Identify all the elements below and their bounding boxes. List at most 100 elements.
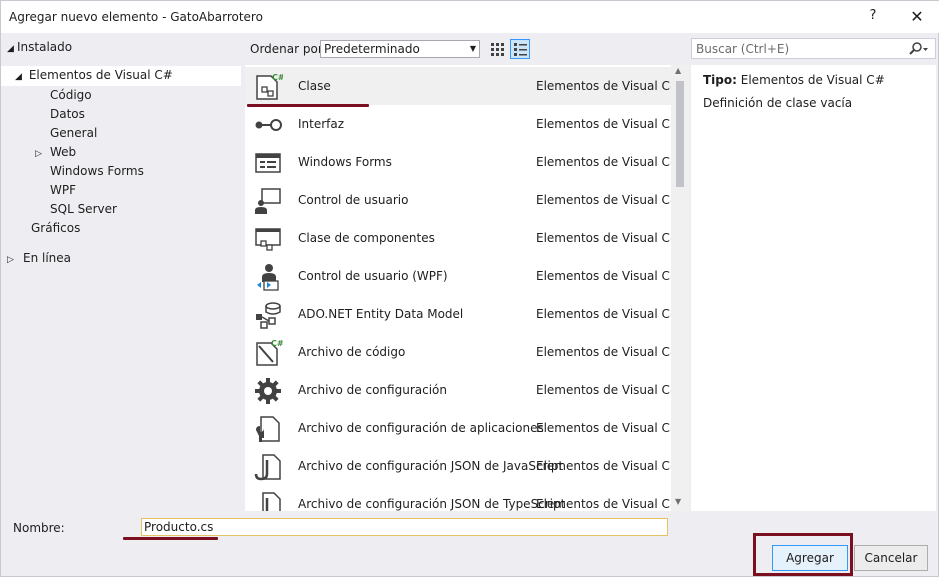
name-value: Producto.cs: [144, 520, 214, 534]
sort-dropdown[interactable]: Predeterminado ▼: [320, 40, 480, 58]
search-input[interactable]: Buscar (Ctrl+E): [691, 38, 936, 59]
list-item-app-config[interactable]: Archivo de configuración de aplicaciones…: [245, 409, 680, 447]
expanded-arrow-icon: ◢: [7, 44, 14, 54]
list-item-json-ts-config[interactable]: Archivo de configuración JSON de TypeScr…: [245, 485, 680, 511]
type-value: Elementos de Visual C#: [740, 73, 885, 87]
list-item-interface[interactable]: Interfaz Elementos de Visual C#: [245, 105, 680, 143]
search-icon[interactable]: [907, 41, 929, 60]
item-name: Control de usuario: [298, 193, 409, 207]
tree-item-online[interactable]: ▷ En línea: [7, 249, 71, 268]
annotation-box-add: [753, 533, 853, 576]
tree-item-graphics[interactable]: Gráficos: [31, 219, 80, 238]
list-item-component-class[interactable]: Clase de componentes Elementos de Visual…: [245, 219, 680, 257]
details-view-button[interactable]: [510, 39, 530, 59]
item-name: Clase de componentes: [298, 231, 435, 245]
list-item-wpf-user-control[interactable]: Control de usuario (WPF) Elementos de Vi…: [245, 257, 680, 295]
item-category: Elementos de Visual C#: [536, 345, 680, 359]
tree-item-sql-server[interactable]: SQL Server: [50, 200, 117, 219]
item-category: Elementos de Visual C#: [536, 269, 680, 283]
template-list: C# Clase Elementos de Visual C# Interfaz…: [245, 65, 689, 511]
tree-item-web[interactable]: ▷ Web: [35, 143, 76, 162]
tree-label: Web: [50, 145, 77, 159]
help-button[interactable]: ?: [863, 6, 883, 26]
list-item-entity-data-model[interactable]: ADO.NET Entity Data Model Elementos de V…: [245, 295, 680, 333]
item-category: Elementos de Visual C#: [536, 79, 680, 93]
json-js-icon: [253, 452, 283, 482]
component-class-icon: [253, 224, 283, 254]
scroll-thumb[interactable]: [676, 81, 684, 187]
annotation-underline-name: [123, 537, 218, 540]
scroll-up-icon[interactable]: ▲: [675, 66, 681, 75]
class-icon: C#: [253, 72, 285, 102]
name-label: Nombre:: [13, 521, 65, 535]
collapsed-arrow-icon[interactable]: ▷: [35, 145, 50, 164]
tree-item-general[interactable]: General: [50, 124, 97, 143]
scroll-down-icon[interactable]: ▼: [675, 497, 681, 506]
app-config-icon: [253, 414, 283, 444]
expanded-arrow-icon: ◢: [15, 72, 22, 82]
list-item-class[interactable]: C# Clase Elementos de Visual C#: [245, 67, 680, 105]
code-file-icon: C#: [253, 338, 284, 368]
list-item-config-file[interactable]: Archivo de configuración Elementos de Vi…: [245, 371, 680, 409]
list-scrollbar[interactable]: ▲ ▼: [671, 65, 689, 511]
svg-text:C#: C#: [272, 73, 283, 82]
details-panel: Tipo: Elementos de Visual C# Definición …: [691, 65, 936, 511]
details-type: Tipo: Elementos de Visual C#: [703, 73, 885, 87]
tree-label: Elementos de Visual C#: [28, 68, 173, 82]
list-item-code-file[interactable]: C# Archivo de código Elementos de Visual…: [245, 333, 680, 371]
cancel-button[interactable]: Cancelar: [854, 545, 928, 571]
list-item-json-js-config[interactable]: Archivo de configuración JSON de JavaScr…: [245, 447, 680, 485]
details-description: Definición de clase vacía: [703, 96, 853, 110]
tree-label: Instalado: [17, 40, 73, 54]
name-input[interactable]: Producto.cs: [141, 518, 668, 536]
tree-label: En línea: [23, 251, 72, 265]
sort-label: Ordenar por:: [250, 42, 327, 56]
collapsed-arrow-icon[interactable]: ▷: [7, 251, 23, 270]
tree-item-wpf[interactable]: WPF: [50, 181, 76, 200]
dropdown-arrow-icon: ▼: [469, 44, 476, 53]
item-category: Elementos de Visual C#: [536, 421, 680, 435]
tree-item-code[interactable]: Código: [50, 86, 92, 105]
tree-item-windows-forms[interactable]: Windows Forms: [50, 162, 144, 181]
interface-icon: [253, 110, 283, 140]
window-title: Agregar nuevo elemento - GatoAbarrotero: [9, 10, 263, 24]
item-category: Elementos de Visual C#: [536, 497, 680, 511]
item-category: Elementos de Visual C#: [536, 155, 680, 169]
item-name: Archivo de configuración: [298, 383, 447, 397]
wpf-user-control-icon: [253, 262, 283, 292]
item-name: Clase: [298, 79, 331, 93]
add-new-item-dialog: Agregar nuevo elemento - GatoAbarrotero …: [0, 0, 939, 577]
item-category: Elementos de Visual C#: [536, 117, 680, 131]
item-name: Archivo de configuración JSON de TypeScr…: [298, 497, 566, 511]
item-name: Archivo de código: [298, 345, 406, 359]
grid-view-icon: [491, 43, 504, 56]
list-view-icon: [514, 43, 527, 56]
item-name: Windows Forms: [298, 155, 392, 169]
close-button[interactable]: ✕: [906, 6, 928, 28]
item-category: Elementos de Visual C#: [536, 193, 680, 207]
item-name: Control de usuario (WPF): [298, 269, 448, 283]
item-name: Interfaz: [298, 117, 345, 131]
annotation-underline-class: [247, 104, 369, 107]
title-bar: Agregar nuevo elemento - GatoAbarrotero …: [1, 1, 939, 33]
item-category: Elementos de Visual C#: [536, 383, 680, 397]
item-category: Elementos de Visual C#: [536, 459, 680, 473]
type-label: Tipo:: [703, 73, 737, 87]
template-tree: ◢ Instalado: [1, 34, 241, 511]
list-item-user-control[interactable]: Control de usuario Elementos de Visual C…: [245, 181, 680, 219]
small-icons-view-button[interactable]: [487, 39, 507, 59]
tree-item-installed[interactable]: ◢ Instalado: [7, 38, 72, 57]
search-placeholder: Buscar (Ctrl+E): [696, 42, 790, 56]
gear-icon: [253, 376, 283, 406]
item-name: Archivo de configuración de aplicaciones: [298, 421, 544, 435]
tree-item-data[interactable]: Datos: [50, 105, 85, 124]
tree-item-visual-csharp[interactable]: ◢ Elementos de Visual C#: [15, 66, 173, 85]
item-name: Archivo de configuración JSON de JavaScr…: [298, 459, 564, 473]
list-item-windows-forms[interactable]: Windows Forms Elementos de Visual C#: [245, 143, 680, 181]
windows-form-icon: [253, 148, 283, 178]
svg-text:C#: C#: [271, 339, 283, 348]
user-control-icon: [253, 186, 283, 216]
json-ts-icon: [253, 490, 283, 511]
sort-value: Predeterminado: [324, 42, 420, 56]
entity-model-icon: [253, 300, 283, 330]
